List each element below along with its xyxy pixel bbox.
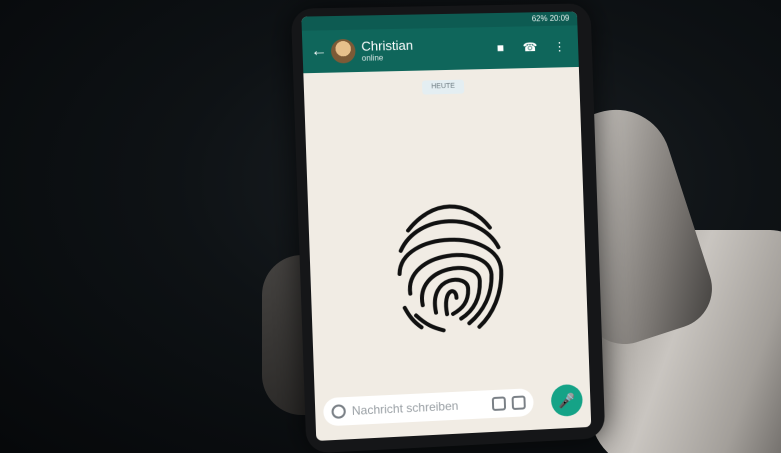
- mic-icon[interactable]: 🎤: [551, 384, 583, 417]
- avatar[interactable]: [331, 39, 356, 64]
- emoji-icon[interactable]: [331, 404, 346, 419]
- status-text: 62% 20:09: [532, 14, 570, 24]
- contact-status: online: [362, 51, 482, 63]
- day-label: HEUTE: [422, 80, 464, 95]
- message-input[interactable]: Nachricht schreiben: [323, 388, 534, 426]
- chat-header: ← Christian online ■ ☎ ⋮: [302, 25, 579, 73]
- contact-info[interactable]: Christian online: [361, 37, 482, 63]
- phone-icon[interactable]: ☎: [519, 40, 541, 54]
- camera-icon[interactable]: [512, 395, 526, 410]
- video-icon[interactable]: ■: [489, 41, 511, 55]
- paperclip-icon[interactable]: [492, 396, 506, 411]
- phone-screen: 62% 20:09 ← Christian online ■ ☎ ⋮ HEUTE: [301, 12, 591, 441]
- arrow-left-icon[interactable]: ←: [310, 42, 327, 61]
- message-placeholder[interactable]: Nachricht schreiben: [352, 397, 487, 418]
- fingerprint-icon: [387, 192, 513, 337]
- composer-bar: Nachricht schreiben 🎤: [315, 383, 591, 430]
- smartphone: 62% 20:09 ← Christian online ■ ☎ ⋮ HEUTE: [291, 3, 605, 453]
- more-vert-icon[interactable]: ⋮: [549, 39, 571, 53]
- photo-scene: 62% 20:09 ← Christian online ■ ☎ ⋮ HEUTE: [0, 0, 781, 453]
